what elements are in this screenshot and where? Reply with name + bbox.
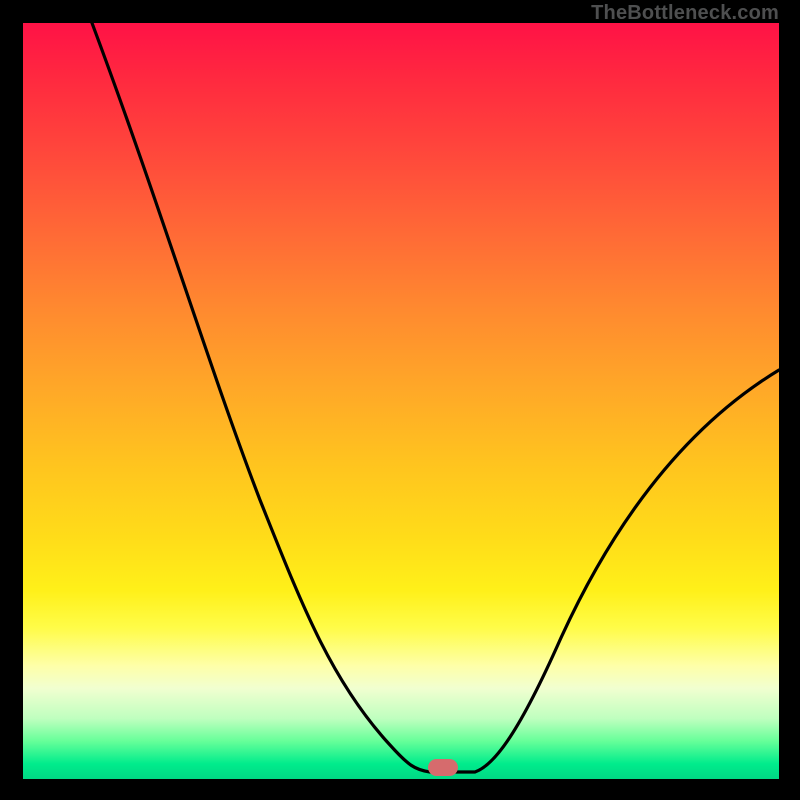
bottleneck-curve (0, 0, 800, 800)
chart-stage: TheBottleneck.com (0, 0, 800, 800)
optimal-point-marker (428, 759, 458, 776)
watermark-text: TheBottleneck.com (591, 2, 779, 25)
